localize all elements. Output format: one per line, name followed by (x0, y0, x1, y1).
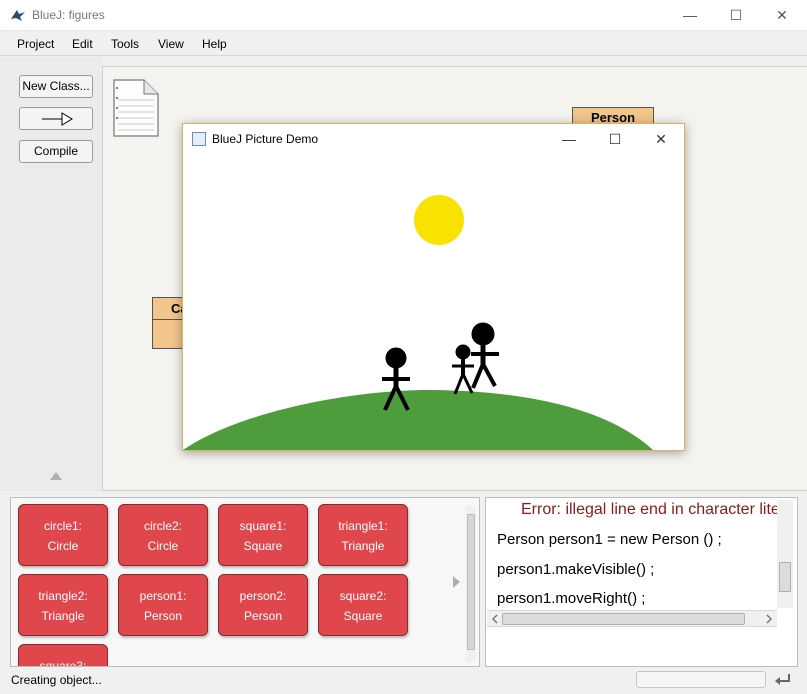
demo-close-button[interactable]: ✕ (638, 124, 684, 154)
class-canvas[interactable]: Ca (152, 297, 188, 349)
codepad-vertical-thumb[interactable] (779, 562, 791, 592)
codepad-error-message: Error: illegal line end in character lit… (521, 501, 791, 518)
object-name: square1: (239, 519, 287, 533)
object-card[interactable]: square3: (18, 644, 108, 666)
object-name: square2: (339, 589, 387, 603)
object-type: Triangle (41, 609, 85, 623)
scroll-up-icon[interactable] (50, 472, 62, 480)
object-card[interactable]: circle2: Circle (118, 504, 208, 566)
maximize-button[interactable]: ☐ (713, 0, 759, 31)
object-name: person2: (239, 589, 287, 603)
menu-tools[interactable]: Tools (111, 37, 139, 51)
object-type: Person (143, 609, 183, 623)
codepad-horizontal-thumb[interactable] (502, 613, 745, 625)
object-card[interactable]: square1: Square (218, 504, 308, 566)
close-button[interactable]: ✕ (759, 0, 805, 31)
codepad-line: Person person1 = new Person () ; (497, 531, 722, 548)
object-type: Circle (147, 539, 179, 553)
window-title: BlueJ: figures (32, 8, 105, 22)
object-name: person1: (139, 589, 187, 603)
menu-edit[interactable]: Edit (72, 37, 93, 51)
menu-view[interactable]: View (158, 37, 184, 51)
codepad-input-area[interactable] (486, 628, 797, 666)
picture-demo-window[interactable]: BlueJ Picture Demo — ☐ ✕ (182, 123, 685, 451)
object-name: triangle2: (38, 589, 88, 603)
object-card[interactable]: triangle2: Triangle (18, 574, 108, 636)
codepad-line: person1.moveRight() ; (497, 590, 646, 607)
scroll-right-icon[interactable] (453, 576, 460, 588)
object-type: Triangle (341, 539, 385, 553)
bench-scrollbar-thumb[interactable] (467, 514, 475, 650)
object-card[interactable]: square2: Square (318, 574, 408, 636)
object-card-clip: square3: (18, 644, 108, 666)
person-figure (471, 322, 499, 389)
object-name: circle1: (43, 519, 82, 533)
object-type: Person (243, 609, 283, 623)
codepad-line: person1.makeVisible() ; (497, 561, 655, 578)
menu-project[interactable]: Project (17, 37, 54, 51)
menu-help[interactable]: Help (202, 37, 227, 51)
status-text: Creating object... (11, 673, 102, 687)
hill (183, 389, 653, 450)
demo-minimize-button[interactable]: — (546, 124, 592, 154)
picture-canvas (183, 195, 653, 450)
reset-machine-icon[interactable] (773, 670, 793, 690)
new-class-button[interactable]: New Class... (19, 75, 93, 98)
person-figure (452, 344, 474, 395)
object-card[interactable]: person1: Person (118, 574, 208, 636)
object-type: Circle (47, 539, 79, 553)
object-type: Square (343, 609, 383, 623)
object-card[interactable]: person2: Person (218, 574, 308, 636)
readme-document-icon[interactable] (112, 78, 160, 138)
scroll-left-icon[interactable] (490, 613, 500, 625)
bluej-bird-icon (11, 10, 25, 21)
demo-maximize-button[interactable]: ☐ (592, 124, 638, 154)
object-type: Square (243, 539, 283, 553)
object-name: square3: (39, 659, 87, 666)
object-name: circle2: (143, 519, 182, 533)
demo-title: BlueJ Picture Demo (212, 132, 319, 146)
object-card[interactable]: circle1: Circle (18, 504, 108, 566)
compile-button[interactable]: Compile (19, 140, 93, 163)
object-name: triangle1: (338, 519, 388, 533)
scroll-right-icon[interactable] (764, 613, 774, 625)
inheritance-arrow-button[interactable] (19, 107, 93, 130)
object-card[interactable]: triangle1: Triangle (318, 504, 408, 566)
arrow-icon (42, 112, 73, 126)
progress-bar (636, 671, 766, 688)
java-cup-icon (192, 132, 206, 146)
sun (414, 195, 464, 245)
minimize-button[interactable]: — (667, 0, 713, 31)
